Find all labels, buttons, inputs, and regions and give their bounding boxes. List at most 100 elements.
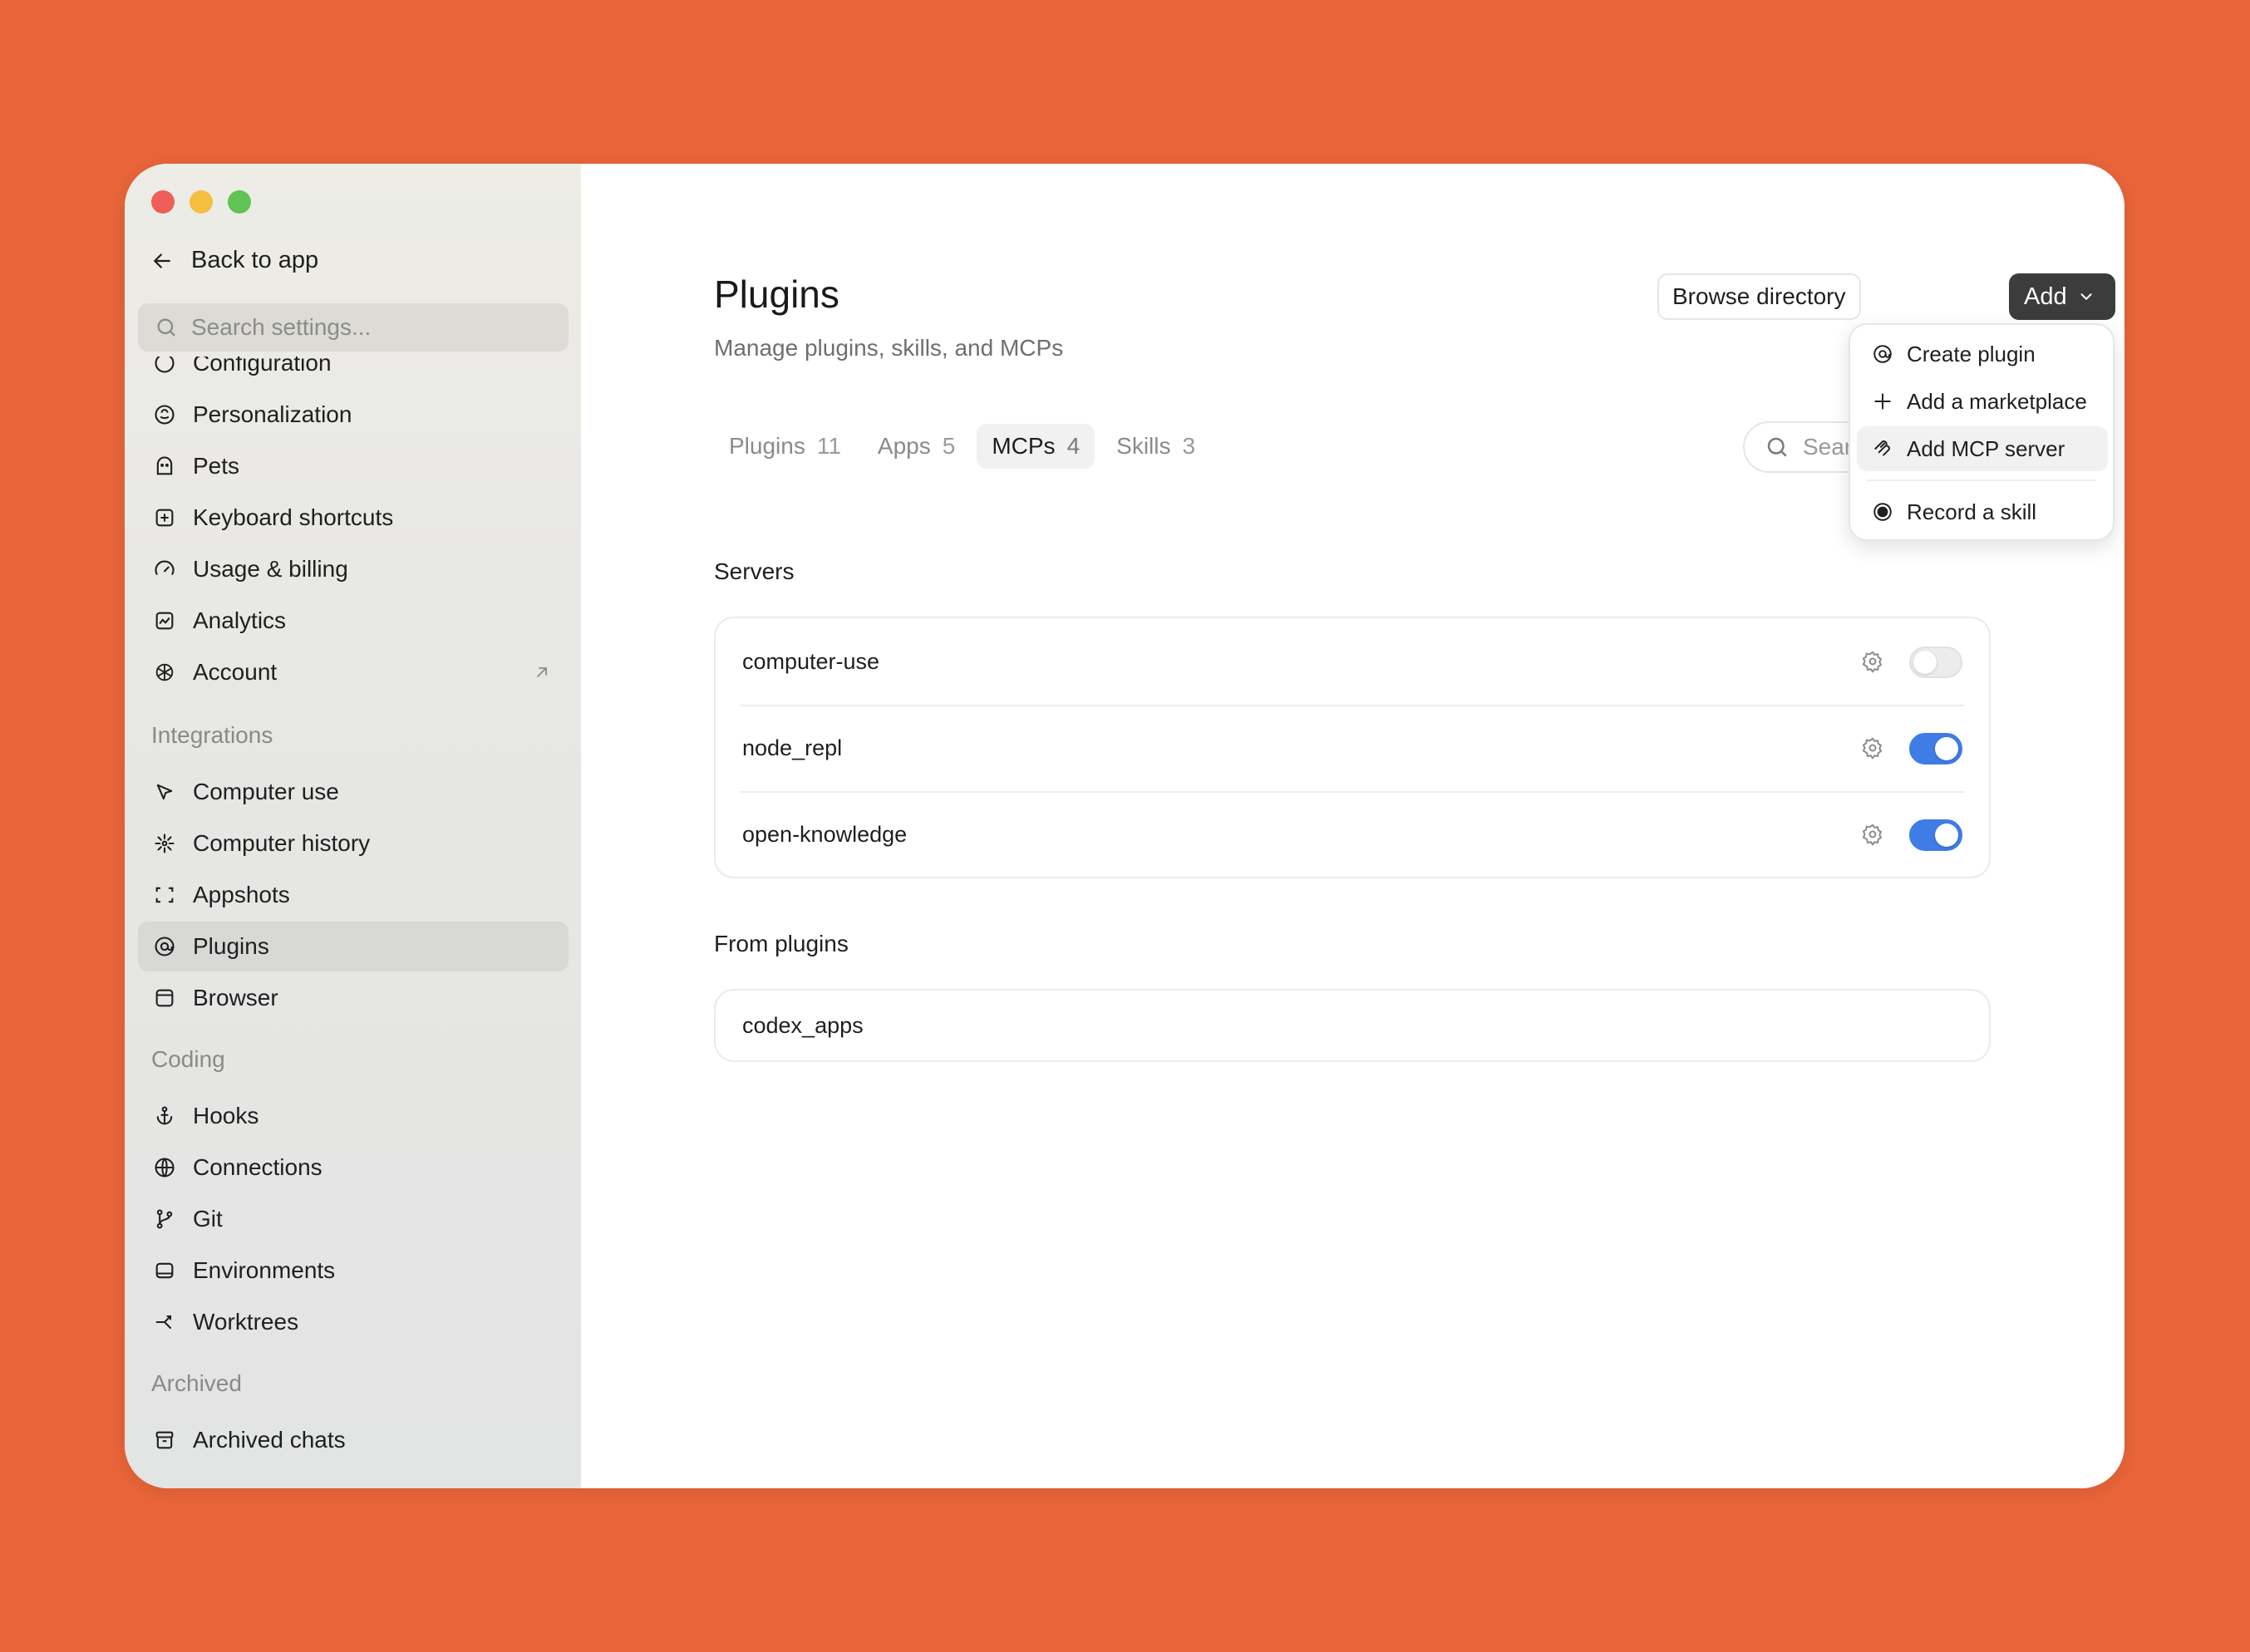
plugin-server-row[interactable]: codex_apps [716,991,1989,1060]
menu-item-record-skill[interactable]: Record a skill [1857,489,2108,534]
gauge-icon [155,560,175,575]
server-row-node-repl: node_repl [716,705,1989,791]
sidebar-item-archived-chats[interactable]: Archived chats [138,1415,569,1465]
sidebar-item-configuration[interactable]: Configuration [138,356,569,388]
sidebar-item-label: Configuration [193,356,332,376]
record-icon [1873,503,1892,521]
tab-mcps[interactable]: MCPs 4 [977,424,1095,469]
sidebar-item-label: Account [193,659,278,685]
sidebar-item-plugins[interactable]: Plugins [138,922,569,971]
menu-item-label: Record a skill [1907,499,2037,524]
browse-directory-button[interactable]: Browse directory [1657,273,1861,320]
tab-count: 5 [942,433,956,459]
sidebar-item-computer-history[interactable]: Computer history [138,819,569,868]
search-settings-input[interactable]: Search settings... [138,303,569,352]
section-archived: Archived [151,1370,242,1396]
sidebar-item-keyboard-shortcuts[interactable]: Keyboard shortcuts [138,493,569,543]
at-icon [1873,345,1892,363]
tab-label: Skills [1116,433,1171,459]
sidebar-item-label: Analytics [193,607,287,633]
settings-window: Back to app Search settings... Configura… [125,164,2124,1488]
minimize-window-button[interactable] [190,190,213,214]
screenshot-icon [155,887,174,903]
close-window-button[interactable] [151,190,175,214]
settings-icon [155,356,175,373]
sidebar-item-environments[interactable]: Environments [138,1246,569,1296]
section-coding: Coding [151,1046,225,1072]
menu-item-add-marketplace[interactable]: Add a marketplace [1857,379,2108,424]
server-toggle[interactable] [1909,819,1962,851]
sidebar-item-hooks[interactable]: Hooks [138,1091,569,1141]
browser-icon [155,989,174,1007]
sidebar-item-browser[interactable]: Browser [138,973,569,1023]
sidebar-item-analytics[interactable]: Analytics [138,596,569,646]
tab-label: Apps [877,433,931,459]
add-button-label: Add [2024,283,2067,310]
add-dropdown-menu: Create plugin Add a marketplace Add MCP … [1849,323,2115,541]
sidebar-item-usage-billing[interactable]: Usage & billing [138,544,569,594]
sidebar-item-connections[interactable]: Connections [138,1143,569,1192]
anchor-icon [156,1106,173,1125]
chart-icon [155,612,174,630]
at-icon [155,937,175,956]
sidebar-item-label: Browser [193,985,278,1010]
external-link-icon [537,667,547,677]
sidebar-item-personalization[interactable]: Personalization [138,390,569,440]
main-content: Plugins Manage plugins, skills, and MCPs… [581,164,2124,1488]
sidebar-item-label: Environments [193,1257,336,1283]
gear-icon[interactable] [1861,823,1884,846]
tab-count: 3 [1182,433,1196,459]
sidebar-item-computer-use[interactable]: Computer use [138,767,569,817]
tab-plugins[interactable]: Plugins 11 [714,424,856,469]
plus-icon [1874,393,1891,410]
archive-icon [155,1431,174,1449]
sidebar-item-label: Keyboard shortcuts [193,504,394,530]
servers-list: computer-use node_repl open-knowledge [714,617,1991,878]
sidebar-item-pets[interactable]: Pets [138,441,569,491]
page-subtitle: Manage plugins, skills, and MCPs [714,335,1064,361]
globe-icon [155,1158,175,1178]
server-name: node_repl [742,735,843,760]
history-icon [155,833,175,853]
search-placeholder: Sear [1803,434,1853,460]
menu-item-create-plugin[interactable]: Create plugin [1857,332,2108,376]
sidebar-item-worktrees[interactable]: Worktrees [138,1297,569,1347]
server-name: open-knowledge [742,821,908,847]
gear-icon[interactable] [1861,650,1884,673]
sidebar-item-label: Usage & billing [193,556,348,582]
sidebar-item-label: Computer history [193,830,371,856]
sidebar-item-appshots[interactable]: Appshots [138,870,569,920]
chevron-down-icon [2080,293,2092,300]
tab-skills[interactable]: Skills 3 [1101,424,1210,469]
sidebar-item-git[interactable]: Git [138,1194,569,1244]
back-to-app-button[interactable]: Back to app [150,247,318,274]
tab-apps[interactable]: Apps 5 [863,424,970,469]
gear-icon[interactable] [1861,736,1884,760]
search-icon [157,318,175,337]
palette-icon [155,405,175,425]
openai-icon [155,663,174,681]
zoom-window-button[interactable] [228,190,251,214]
sidebar-nav[interactable]: Configuration Personalization Pets Keybo… [125,356,581,1488]
mcp-icon [1874,440,1890,456]
sidebar-item-account[interactable]: Account [138,647,569,697]
server-toggle[interactable] [1909,733,1962,765]
server-toggle[interactable] [1909,647,1962,678]
menu-item-label: Add a marketplace [1907,388,2087,414]
keyboard-icon [155,509,174,527]
servers-section-title: Servers [714,558,795,584]
menu-item-add-mcp-server[interactable]: Add MCP server [1857,426,2108,471]
section-integrations: Integrations [151,722,273,748]
from-plugins-list: codex_apps [714,989,1991,1062]
sidebar-item-label: Worktrees [193,1309,299,1335]
add-button[interactable]: Add [2009,273,2115,320]
sidebar: Back to app Search settings... Configura… [125,164,581,1488]
sidebar-item-label: Git [193,1206,223,1232]
search-icon [1767,437,1787,457]
server-name: computer-use [742,648,880,674]
server-row-computer-use: computer-use [716,618,1989,705]
from-plugins-section-title: From plugins [714,931,849,956]
sidebar-item-label: Pets [193,453,240,479]
sidebar-item-label: Plugins [193,933,269,959]
git-branch-icon [156,1209,173,1229]
